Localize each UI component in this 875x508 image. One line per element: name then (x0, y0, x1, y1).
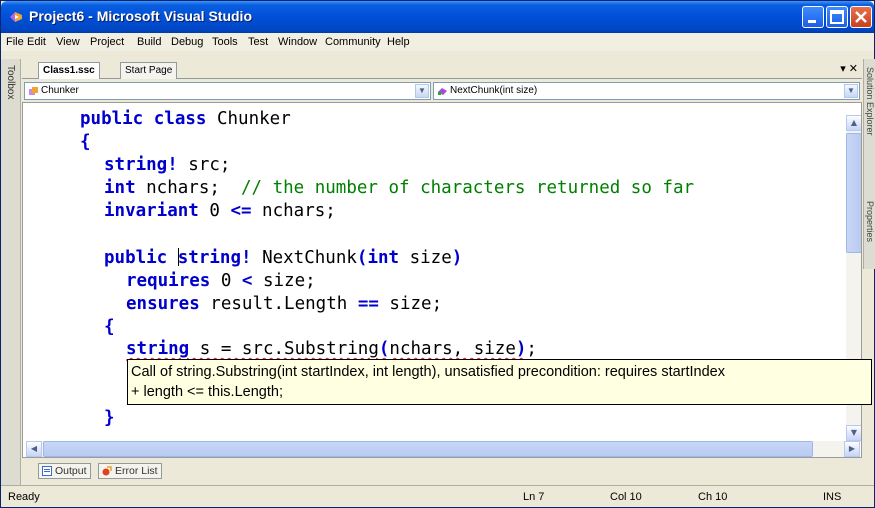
window-title: Project6 - Microsoft Visual Studio (29, 8, 253, 24)
horizontal-scrollbar[interactable]: ◀ ▶ (26, 441, 860, 457)
menu-tools[interactable]: Tools (212, 36, 238, 48)
tab-class1-ssc[interactable]: Class1.ssc (38, 62, 100, 79)
scroll-left-button[interactable]: ◀ (26, 441, 42, 457)
method-icon (438, 88, 447, 95)
vertical-scroll-thumb[interactable] (846, 133, 861, 253)
menu-view[interactable]: View (56, 36, 80, 48)
status-line: Ln 7 (523, 491, 545, 503)
close-button[interactable] (850, 6, 872, 28)
menu-test[interactable]: Test (248, 36, 268, 48)
status-bar: Ready Ln 7 Col 10 Ch 10 INS (1, 485, 874, 507)
properties-tab[interactable]: Properties (865, 201, 875, 242)
type-dropdown-value: Chunker (41, 85, 79, 96)
code-line-10: { (104, 317, 115, 337)
tab-error-list[interactable]: Error List (98, 463, 162, 479)
chevron-down-icon[interactable]: ▼ (415, 84, 429, 98)
code-line-7: public string! NextChunk(int size) (104, 248, 463, 268)
error-squiggle: string s = src.Substring(nchars, size) (126, 339, 527, 359)
member-dropdown-value: NextChunk(int size) (450, 85, 538, 96)
tab-close-controls[interactable]: ▾ ✕ (840, 62, 858, 75)
menu-help[interactable]: Help (387, 36, 410, 48)
status-column: Col 10 (610, 491, 642, 503)
error-list-icon (102, 466, 112, 476)
menu-file[interactable]: File (6, 36, 24, 48)
status-text: Ready (8, 491, 40, 503)
code-line-11: string s = src.Substring(nchars, size); (126, 339, 537, 359)
code-line-5: invariant 0 <= nchars; (104, 201, 336, 221)
scroll-down-button[interactable]: ▼ (846, 425, 861, 441)
horizontal-scroll-thumb[interactable] (43, 441, 813, 457)
menu-window[interactable]: Window (278, 36, 317, 48)
title-bar[interactable]: Project6 - Microsoft Visual Studio (1, 1, 874, 33)
tab-output-label: Output (55, 465, 87, 477)
scroll-right-button[interactable]: ▶ (844, 441, 860, 457)
code-line-4: int nchars; // the number of characters … (104, 178, 695, 198)
tab-start-page[interactable]: Start Page (120, 62, 178, 79)
error-tooltip: Call of string.Substring(int startIndex,… (127, 359, 872, 405)
solution-explorer-tab[interactable]: Solution Explorer (865, 67, 875, 136)
code-line-13: } (104, 408, 115, 428)
minimize-icon (808, 20, 816, 23)
right-dock-strip: Solution Explorer Properties (863, 59, 875, 269)
chevron-down-icon[interactable]: ▼ (844, 84, 858, 98)
tool-window-tabs: Output Error List (22, 462, 862, 480)
code-line-3: string! src; (104, 155, 231, 175)
menu-edit[interactable]: Edit (27, 36, 46, 48)
output-icon (42, 466, 52, 476)
minimize-button[interactable] (802, 6, 824, 28)
tooltip-line-1: Call of string.Substring(int startIndex,… (131, 364, 725, 380)
tab-error-list-label: Error List (115, 465, 158, 477)
toolbox-label: Toolbox (5, 65, 16, 100)
menu-project[interactable]: Project (90, 36, 124, 48)
status-insert-mode: INS (823, 491, 842, 503)
menu-community[interactable]: Community (325, 36, 381, 48)
code-line-9: ensures result.Length == size; (126, 294, 443, 314)
menu-build[interactable]: Build (137, 36, 161, 48)
vs-window: Project6 - Microsoft Visual Studio File … (0, 0, 875, 508)
code-line-1: public class Chunker (80, 109, 291, 129)
scroll-up-button[interactable]: ▲ (846, 115, 861, 131)
toolbox-strip[interactable]: Toolbox (1, 59, 21, 489)
type-dropdown[interactable]: Chunker ▼ (24, 82, 431, 100)
maximize-button[interactable] (826, 6, 848, 28)
tooltip-line-2: + length <= this.Length; (131, 384, 283, 400)
visual-studio-icon (10, 12, 22, 22)
menu-debug[interactable]: Debug (171, 36, 203, 48)
close-icon (855, 11, 867, 23)
class-icon (29, 87, 38, 95)
status-char: Ch 10 (698, 491, 728, 503)
member-dropdown[interactable]: NextChunk(int size) ▼ (433, 82, 860, 100)
menu-bar: File Edit View Project Build Debug Tools… (1, 33, 874, 51)
maximize-icon (830, 10, 844, 24)
code-line-2: { (80, 132, 91, 152)
code-line-8: requires 0 < size; (126, 271, 316, 291)
document-tabs: Class1.ssc Start Page ▾ ✕ (22, 59, 862, 79)
navigation-bar: Chunker ▼ NextChunk(int size) ▼ (22, 80, 862, 102)
tab-output[interactable]: Output (38, 463, 91, 479)
